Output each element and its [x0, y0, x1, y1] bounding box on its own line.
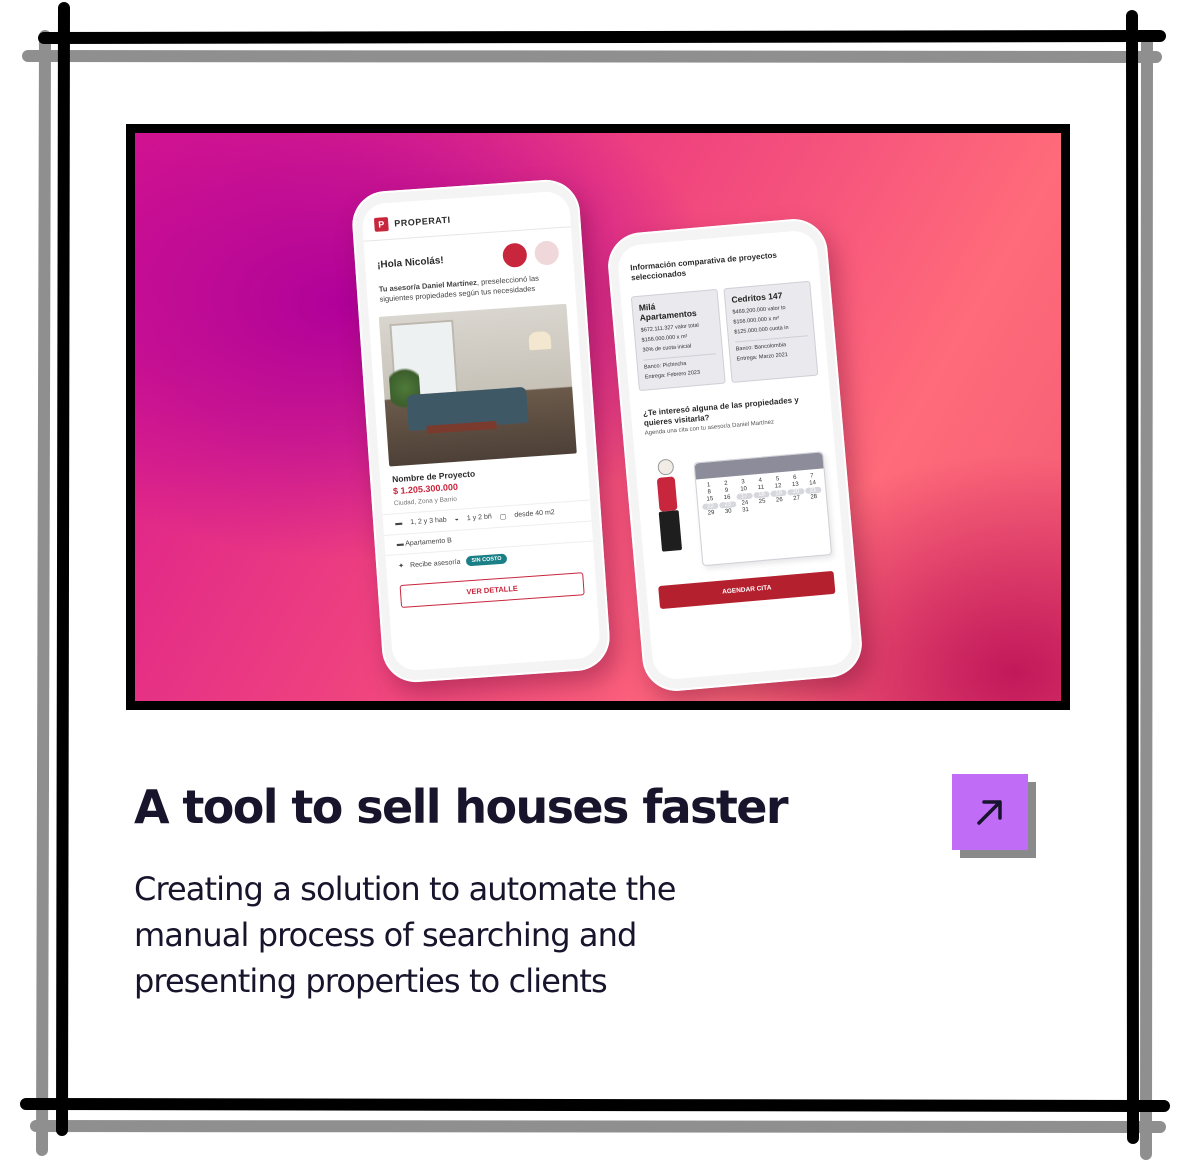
advisor-illustration	[653, 458, 685, 570]
calendar-day: 29	[707, 510, 715, 517]
brand-logo-icon: P	[373, 216, 389, 232]
project-card-2: Cedritos 147 $469.200.000 valor to $156.…	[723, 280, 819, 383]
view-detail-button: VER DETALLE	[399, 572, 585, 609]
advisor-icon: ✦	[398, 562, 405, 571]
calendar-day: 31	[742, 507, 750, 514]
phone-mockup-left: P PROPERATI ¡Hola Nicolás! Tu asesor/a D…	[350, 177, 612, 685]
phone-screen-right: Información comparativa de proyectos sel…	[616, 229, 854, 681]
project-card-1: Milá Apartamentos $672.111.327 valor tot…	[630, 288, 726, 391]
property-photo	[378, 303, 577, 467]
bath-icon: ◒	[454, 516, 460, 524]
bed-icon: ▬	[395, 519, 403, 528]
phone-mockup-right: Información comparativa de proyectos sel…	[605, 216, 865, 694]
area-icon: ▢	[499, 513, 507, 522]
arrow-up-right-icon	[977, 800, 1002, 825]
card-description: Creating a solution to automate the manu…	[134, 870, 676, 1000]
schedule-appointment-button: AGENDAR CITA	[658, 571, 836, 610]
bed-icon: ▬	[396, 540, 404, 549]
free-badge: SIN COSTO	[466, 553, 507, 567]
brand-name: PROPERATI	[393, 214, 451, 229]
greeting: ¡Hola Nicolás!	[376, 254, 445, 271]
calendar-day: 27	[793, 495, 801, 503]
client-avatar-icon	[531, 238, 562, 268]
calendar-day: 28	[810, 494, 818, 501]
hero-image: P PROPERATI ¡Hola Nicolás! Tu asesor/a D…	[126, 124, 1070, 710]
calendar-day: 26	[775, 497, 784, 504]
calendar-day: 25	[758, 498, 766, 506]
phone-screen-left: P PROPERATI ¡Hola Nicolás! Tu asesor/a D…	[360, 190, 602, 672]
card-title: A tool to sell houses faster	[134, 780, 789, 834]
calendar-illustration: 1 2 3 4 5 6 7 8 9 10 11 12 13 14 15 16 17 18 19 20 21 22 23 24 2…	[656, 442, 833, 574]
calendar-day: 30	[724, 508, 732, 516]
open-project-button[interactable]	[952, 774, 1028, 850]
advisor-avatar-icon	[499, 240, 530, 271]
